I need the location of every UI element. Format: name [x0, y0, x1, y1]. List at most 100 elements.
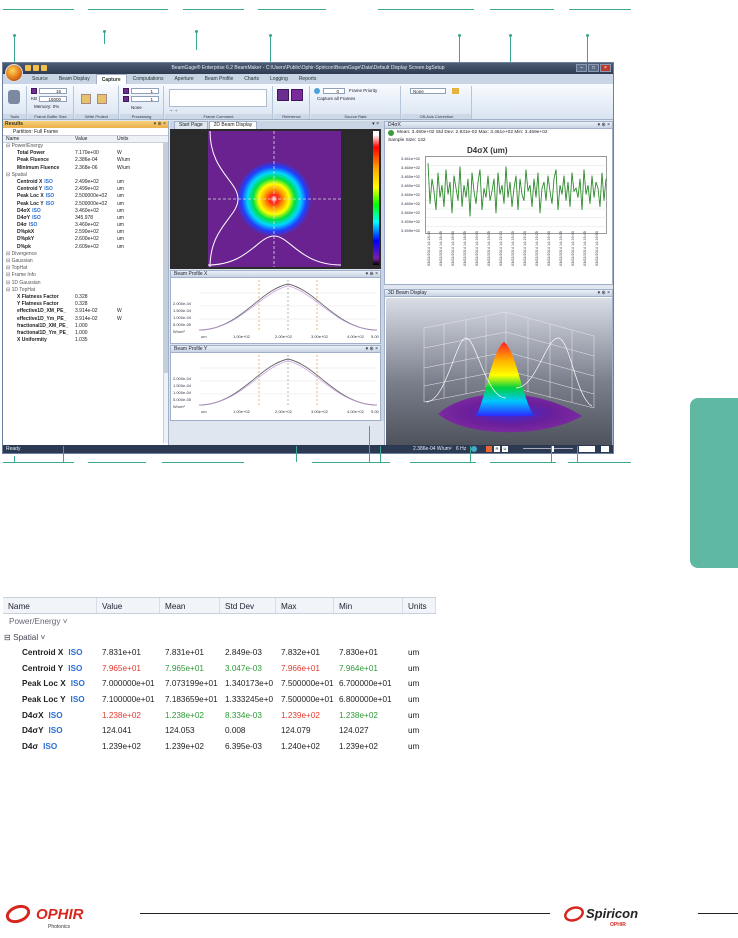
results-row[interactable]: ⊟ 1D Gaussian: [3, 280, 168, 287]
u-icon[interactable]: U: [502, 446, 508, 452]
close-icon[interactable]: ×: [600, 64, 611, 72]
group-power-energy[interactable]: Power/Energy: [9, 614, 60, 630]
column-header-name[interactable]: Name: [3, 136, 75, 142]
zoom-slider[interactable]: [523, 448, 573, 449]
tab-source[interactable]: Source: [27, 74, 53, 84]
d4sigmax-plot[interactable]: [425, 156, 608, 234]
panel-controls-icon[interactable]: ▾ ⊕ ×: [366, 346, 378, 353]
beam-3d-view[interactable]: [386, 298, 612, 450]
tab-charts[interactable]: Charts: [239, 74, 264, 84]
results-row[interactable]: D%pkY 2.600e+02 um: [3, 236, 168, 243]
panel-controls-icon[interactable]: ▾ ⊕ ×: [366, 271, 378, 278]
reference-profile-icon[interactable]: [291, 89, 303, 101]
tab-logging[interactable]: Logging: [265, 74, 293, 84]
table-row[interactable]: D4σX ISO 1.238e+02 1.238e+02 8.334e-03 1.239e…: [3, 708, 436, 724]
results-row[interactable]: D%pk 2.609e+02 um: [3, 244, 168, 251]
results-row[interactable]: fractional1D_XM_PE_ 1.000: [3, 323, 168, 330]
column-header-mean[interactable]: Mean: [160, 598, 220, 613]
group-spatial[interactable]: Spatial: [13, 630, 38, 646]
results-row[interactable]: D4σX ISO 3.460e+02 um: [3, 208, 168, 215]
alert-icon[interactable]: [486, 446, 492, 452]
results-row[interactable]: Peak Loc X ISO 2.500000e+02 um: [3, 193, 168, 200]
close-icon[interactable]: ▾ ×: [372, 121, 379, 127]
tab-reports[interactable]: Reports: [294, 74, 322, 84]
minimize-icon[interactable]: –: [576, 64, 587, 72]
results-row[interactable]: ⊟ Power/Energy: [3, 143, 168, 150]
save-icon[interactable]: [33, 65, 39, 71]
results-row[interactable]: ⊟ TopHat: [3, 265, 168, 272]
results-row[interactable]: effective1D_XM_PE_ 3.914e-02 W: [3, 308, 168, 315]
zoom-dropdown[interactable]: [601, 446, 609, 452]
results-row[interactable]: Y Flatness Factor 0.328: [3, 301, 168, 308]
column-header-units[interactable]: Units: [403, 598, 436, 613]
beam-image[interactable]: [207, 130, 342, 268]
results-row[interactable]: Centroid X ISO 2.499e+02 um: [3, 179, 168, 186]
unlock-icon[interactable]: [97, 94, 107, 104]
results-row[interactable]: Peak Fluence 2.386e-04 W/um: [3, 157, 168, 164]
results-row[interactable]: Centroid Y ISO 2.499e+02 um: [3, 186, 168, 193]
results-row[interactable]: ⊟ 1D TopHat: [3, 287, 168, 294]
column-header-name[interactable]: Name: [3, 598, 97, 613]
refresh-icon[interactable]: [471, 446, 477, 452]
results-row[interactable]: X Uniformity 1.035: [3, 337, 168, 344]
tab-start-page[interactable]: Start Page: [174, 121, 208, 129]
help-icon[interactable]: [41, 65, 47, 71]
play-icon[interactable]: [388, 130, 394, 136]
table-row[interactable]: Centroid Y ISO 7.965e+01 7.965e+01 3.047e-03…: [3, 661, 436, 677]
kb-spinner[interactable]: 16000: [39, 96, 67, 102]
frame-priority-option[interactable]: Frame Priority: [349, 88, 377, 93]
tab-2d-beam-display[interactable]: 2D Beam Display: [208, 121, 258, 129]
column-header-units[interactable]: Units: [117, 136, 147, 142]
results-row[interactable]: Peak Loc Y ISO 2.500000e+02 um: [3, 201, 168, 208]
table-group-row[interactable]: ⊟ Spatial ˅: [3, 630, 436, 646]
r-icon[interactable]: R: [494, 446, 500, 452]
tab-capture[interactable]: Capture: [95, 74, 127, 84]
results-scrollbar[interactable]: [163, 143, 168, 443]
partition-select[interactable]: Full Frame: [34, 129, 58, 135]
table-row[interactable]: D4σ ISO 1.239e+02 1.239e+02 6.395e-03 1.240e+…: [3, 739, 436, 755]
results-row[interactable]: ⊟ Divergence: [3, 251, 168, 258]
results-row[interactable]: Total Power 7.170e+00 W: [3, 150, 168, 157]
column-header-value[interactable]: Value: [97, 598, 160, 613]
zoom-input[interactable]: [579, 446, 595, 452]
maximize-icon[interactable]: □: [588, 64, 599, 72]
lock-icon[interactable]: [81, 94, 91, 104]
y-spinner[interactable]: 1: [131, 96, 159, 102]
column-header-max[interactable]: Max: [276, 598, 334, 613]
tools-icon[interactable]: [8, 90, 20, 104]
panel-controls-icon[interactable]: ▾ ⊕ ×: [598, 290, 610, 297]
table-row[interactable]: D4σY ISO 124.041 124.053 0.008 124.079 124.027…: [3, 723, 436, 739]
reference-icon[interactable]: [277, 89, 289, 101]
scroll-thumb[interactable]: [164, 143, 168, 373]
results-row[interactable]: effective1D_Ym_PE_ 3.914e-02 W: [3, 316, 168, 323]
tab-computations[interactable]: Computations: [128, 74, 169, 84]
processing-select[interactable]: None: [131, 105, 142, 110]
results-row[interactable]: ⊟ Frame Info: [3, 272, 168, 279]
color-palette-bar[interactable]: [373, 131, 379, 265]
tab-aperture[interactable]: Aperture: [169, 74, 198, 84]
table-row[interactable]: Centroid X ISO 7.831e+01 7.831e+01 2.849e-03…: [3, 645, 436, 661]
column-header-std-dev[interactable]: Std Dev: [220, 598, 276, 613]
off-axis-select[interactable]: None: [410, 88, 446, 94]
table-row[interactable]: Peak Loc Y ISO 7.100000e+01 7.183659e+01 1.3…: [3, 692, 436, 708]
panel-controls-icon[interactable]: ▾ ⊕ ×: [598, 122, 610, 129]
capture-all-frames-option[interactable]: Capture all Frames: [317, 96, 355, 101]
source-rate-spinner[interactable]: 0: [323, 88, 345, 94]
results-row[interactable]: X Flatness Factor 0.328: [3, 294, 168, 301]
column-header-min[interactable]: Min: [334, 598, 403, 613]
results-row[interactable]: ⊟ Gaussian: [3, 258, 168, 265]
profile-y-plot[interactable]: [198, 355, 378, 407]
results-row[interactable]: D%pkX 2.590e+02 um: [3, 229, 168, 236]
pencil-icon[interactable]: [452, 88, 459, 94]
open-icon[interactable]: [25, 65, 31, 71]
column-header-value[interactable]: Value: [75, 136, 117, 142]
results-row[interactable]: ⊟ Spatial: [3, 172, 168, 179]
tab-beam-profile[interactable]: Beam Profile: [200, 74, 239, 84]
profile-x-plot[interactable]: [198, 280, 378, 332]
application-menu-button[interactable]: [5, 64, 23, 82]
frame-comment-input[interactable]: [169, 89, 267, 107]
results-row[interactable]: D4σ ISO 3.460e+02 um: [3, 222, 168, 229]
results-row[interactable]: fractional1D_Ym_PE_ 1.000: [3, 330, 168, 337]
results-row[interactable]: D4σY ISO 345.978 um: [3, 215, 168, 222]
tab-beam-display[interactable]: Beam Display: [54, 74, 95, 84]
